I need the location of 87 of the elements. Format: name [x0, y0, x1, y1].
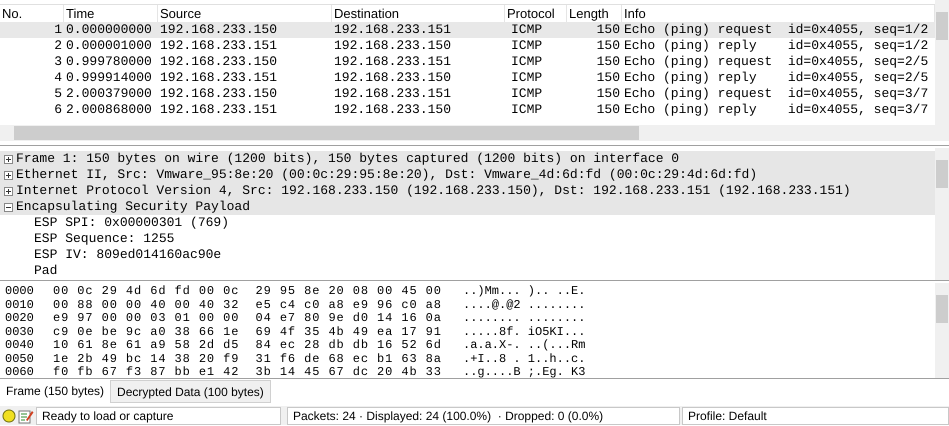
table-cell-text: 150 [596, 38, 621, 54]
horizontal-scrollbar[interactable] [0, 125, 949, 141]
expand-icon[interactable] [4, 170, 13, 180]
hex-bytes: e9 97 00 00 03 01 00 00 04 e7 80 9e d0 14 16 0a [53, 312, 443, 326]
table-cell-text: Echo (ping) request id=0x4055, seq=1/2 [623, 22, 930, 38]
byte-offset: 0010 [5, 298, 35, 312]
ascii-bytes: ........ ........ [463, 312, 586, 326]
vertical-scrollbar[interactable] [935, 148, 949, 280]
table-cell-text: Echo (ping) request id=0x4055, seq=2/5 [623, 54, 930, 70]
table-cell-text: 4 [53, 70, 63, 86]
table-cell-text: 192.168.233.151 [333, 54, 452, 70]
hex-bytes: c9 0e be 9c a0 38 66 1e 69 4f 35 4b 49 ea 17 91 [53, 326, 443, 339]
table-cell-text: Echo (ping) reply id=0x4055, seq=2/5 [623, 70, 930, 86]
table-cell-text: 5 [53, 86, 63, 102]
table-cell-text: ICMP [510, 54, 544, 70]
table-cell-text: 192.168.233.151 [159, 102, 278, 118]
vertical-scrollbar[interactable] [935, 283, 949, 378]
vertical-scrollbar[interactable] [935, 0, 949, 125]
hex-bytes: 00 0c 29 4d 6d fd 00 0c 29 95 8e 20 08 00 45 00 [53, 285, 443, 298]
table-cell-text: ICMP [510, 86, 544, 102]
byte-offset: 0030 [5, 326, 35, 339]
table-cell-text: 2.000379000 [65, 86, 153, 102]
table-cell-text: ICMP [510, 102, 544, 118]
edit-icon[interactable] [18, 408, 34, 424]
byte-offset: 0040 [5, 339, 35, 352]
ascii-bytes: .a.a.X-. ..(...Rm [463, 339, 586, 352]
packet-row[interactable]: 2 0.000001000 192.168.233.151 192.168.233.150 ICMP 150 Echo (ping) reply id=0x4055, seq=1/2 [0, 38, 935, 54]
table-cell-text: 3 [53, 54, 63, 70]
byte-offset: 0060 [5, 366, 35, 380]
table-cell-text: 150 [596, 54, 621, 70]
detail-item[interactable]: Pad [34, 263, 58, 278]
collapse-icon[interactable] [4, 202, 13, 212]
detail-item[interactable]: ESP SPI: 0x00000301 (769) [34, 215, 230, 230]
hex-bytes: 00 88 00 00 40 00 40 32 e5 c4 c0 a8 e9 96 c0 a8 [53, 298, 443, 312]
status-indicator-icon [2, 409, 16, 423]
ascii-bytes: .+I..8 . 1..h..c. [463, 352, 586, 366]
table-cell-text: 192.168.233.150 [333, 70, 452, 86]
ascii-bytes: ..)Mm... ).. ..E. [463, 285, 586, 298]
table-cell-text: 0.999914000 [65, 70, 153, 86]
ascii-bytes: ..g....B ;.Eg. K3 [463, 366, 586, 380]
tab[interactable]: Decrypted Data (100 bytes) [110, 380, 271, 403]
table-cell-text: 192.168.233.151 [333, 86, 452, 102]
detail-item[interactable]: ESP IV: 809ed014160ac90e [34, 247, 222, 262]
hex-bytes: 10 61 8e 61 a9 58 2d d5 84 ec 28 db db 16 52 6d [53, 339, 443, 352]
packet-row[interactable]: 5 2.000379000 192.168.233.150 192.168.233.151 ICMP 150 Echo (ping) request id=0x4055, seq=3/7 [0, 86, 935, 102]
table-cell-text: Echo (ping) request id=0x4055, seq=3/7 [623, 86, 930, 102]
ascii-bytes: .....8f. iO5KI... [463, 326, 586, 339]
table-cell-text: 192.168.233.151 [333, 22, 452, 38]
packet-counts: Packets: 24 · Displayed: 24 (100.0%) · Dropped: 0 (0.0%) [287, 407, 680, 425]
profile-label[interactable]: Profile: Default [682, 407, 949, 425]
table-cell-text: 6 [53, 102, 63, 118]
packet-row[interactable]: 1 0.000000000 192.168.233.150 192.168.233.151 ICMP 150 Echo (ping) request id=0x4055, seq=1/2 [0, 22, 935, 38]
table-cell-text: Echo (ping) reply id=0x4055, seq=1/2 [623, 38, 930, 54]
table-cell-text: 0.000000000 [65, 22, 153, 38]
table-cell-text: 192.168.233.150 [333, 38, 452, 54]
table-cell-text: 150 [596, 86, 621, 102]
byte-offset: 0000 [5, 285, 35, 298]
table-cell-text: 192.168.233.150 [159, 86, 278, 102]
hex-bytes: f0 fb 67 f3 87 bb e1 42 3b 14 45 67 dc 20 4b 33 [53, 366, 443, 380]
detail-item[interactable]: ESP Sequence: 1255 [34, 231, 174, 246]
table-cell-text: 192.168.233.150 [159, 22, 278, 38]
table-cell-text: Echo (ping) reply id=0x4055, seq=3/7 [623, 102, 930, 118]
expand-icon[interactable] [4, 154, 13, 164]
table-cell-text: 192.168.233.150 [333, 102, 452, 118]
table-cell-text: 2.000868000 [65, 102, 153, 118]
byte-offset: 0050 [5, 352, 35, 366]
expand-icon[interactable] [4, 186, 13, 196]
table-cell-text: 192.168.233.151 [159, 70, 278, 86]
hex-bytes: 1e 2b 49 bc 14 38 20 f9 31 f6 de 68 ec b1 63 8a [53, 352, 443, 366]
table-cell-text: 150 [596, 70, 621, 86]
table-cell-text: 0.000001000 [65, 38, 153, 54]
byte-offset: 0020 [5, 312, 35, 326]
table-cell-text: 192.168.233.151 [159, 38, 278, 54]
table-cell-text: 1 [53, 22, 63, 38]
ascii-bytes: ....@.@2 ........ [463, 298, 586, 312]
packet-row[interactable]: 3 0.999780000 192.168.233.150 192.168.233.151 ICMP 150 Echo (ping) request id=0x4055, seq=2/5 [0, 54, 935, 70]
table-cell-text: 2 [53, 38, 63, 54]
packet-row[interactable]: 4 0.999914000 192.168.233.151 192.168.233.150 ICMP 150 Echo (ping) reply id=0x4055, seq=2/5 [0, 70, 935, 86]
table-cell-text: 150 [596, 102, 621, 118]
table-cell-text: ICMP [510, 22, 544, 38]
table-cell-text: 0.999780000 [65, 54, 153, 70]
table-cell-text: 192.168.233.150 [159, 54, 278, 70]
table-cell-text: ICMP [510, 70, 544, 86]
status-message: Ready to load or capture [36, 407, 281, 425]
table-cell-text: 150 [596, 22, 621, 38]
table-cell-text: ICMP [510, 38, 544, 54]
packet-row[interactable]: 6 2.000868000 192.168.233.151 192.168.233.150 ICMP 150 Echo (ping) reply id=0x4055, seq=3/7 [0, 102, 935, 118]
